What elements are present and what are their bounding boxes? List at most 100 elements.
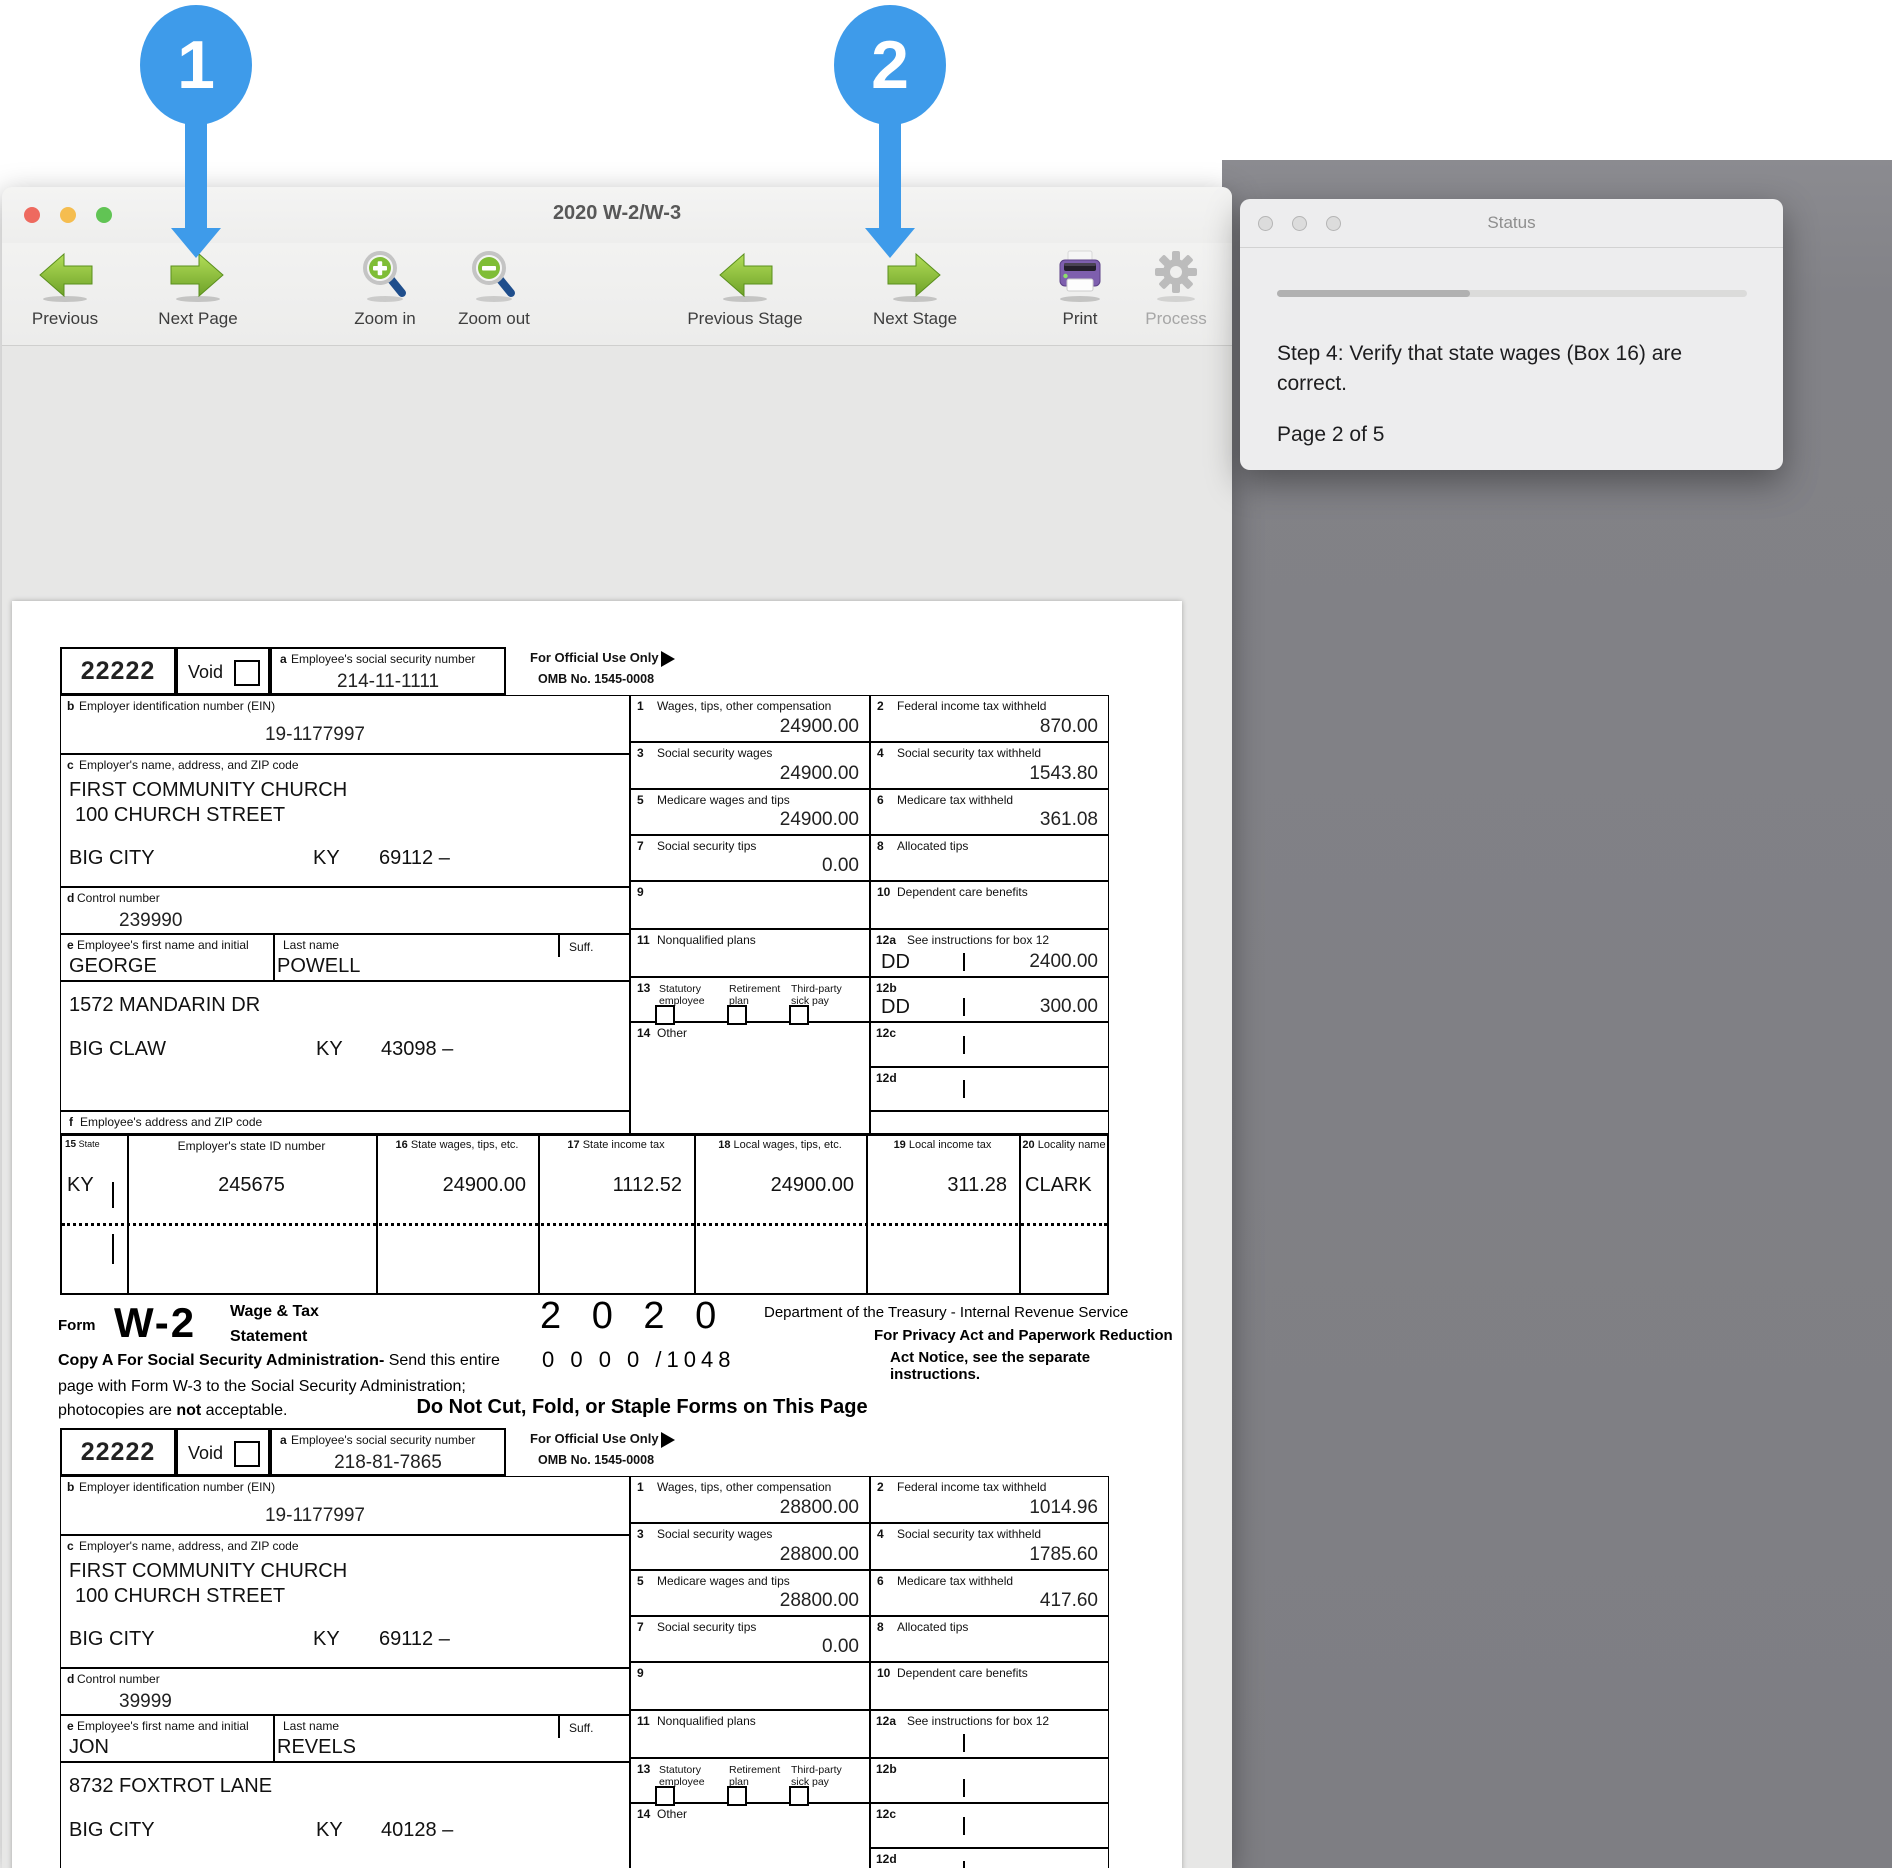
box3-ss-wages: 3 Social security wages 24900.00: [630, 742, 870, 789]
state-id-label: Employer's state ID number: [127, 1139, 376, 1153]
employee-address-box: 1572 MANDARIN DR BIG CLAW KY 43098 –: [60, 981, 630, 1111]
arrow-left-icon: [678, 247, 812, 303]
employer-label: Employer's name, address, and ZIP code: [79, 758, 299, 772]
address-zip: 43098 –: [381, 1038, 453, 1061]
ein-box: b Employer identification number (EIN) 1…: [60, 695, 630, 754]
zoom-in-button[interactable]: Zoom in: [330, 247, 440, 343]
box11-nonqualified: 11 Nonqualified plans: [630, 1710, 870, 1758]
previous-button[interactable]: Previous: [10, 247, 120, 343]
progress-bar-fill: [1277, 290, 1470, 297]
local18-value: 24900.00: [694, 1174, 854, 1197]
ein-value: 19-1177997: [61, 1505, 569, 1527]
first-name-label: Employee's first name and initial: [77, 1719, 249, 1733]
void-box: Void: [176, 647, 270, 695]
callout-1-arrow-shaft: [185, 118, 207, 230]
official-use-block: For Official Use Only OMB No. 1545-0008: [530, 1431, 675, 1467]
status-titlebar[interactable]: Status: [1240, 199, 1783, 248]
employer-label: Employer's name, address, and ZIP code: [79, 1539, 299, 1553]
print-button[interactable]: Print: [1025, 247, 1135, 343]
box12a-code: DD: [881, 951, 910, 974]
last-name-label: Last name: [283, 938, 339, 952]
void-label: Void: [188, 1443, 223, 1464]
box5-medicare-wages: 5 Medicare wages and tips 24900.00: [630, 789, 870, 835]
w2-viewer-window: 2020 W-2/W-3 Previous Next Page Zoom in: [2, 187, 1232, 1868]
control-label: Control number: [77, 891, 160, 905]
box5-value: 28800.00: [780, 1590, 859, 1612]
void-checkbox: [234, 660, 260, 686]
progress-bar: [1277, 290, 1747, 297]
copy-a-line2: page with Form W-3 to the Social Securit…: [58, 1378, 466, 1396]
ein-label: Employer identification number (EIN): [79, 699, 275, 713]
zoom-out-button[interactable]: Zoom out: [439, 247, 549, 343]
previous-stage-button[interactable]: Previous Stage: [678, 247, 812, 343]
local19-value: 311.28: [866, 1174, 1007, 1197]
form-year: 2 0 2 0: [540, 1295, 726, 1338]
process-button[interactable]: Process: [1121, 247, 1231, 343]
third-party-sick-pay-checkbox: [789, 1005, 809, 1025]
control-value: 239990: [119, 910, 182, 932]
control-number-box: d Control number 39999: [60, 1668, 630, 1715]
callout-1-arrow-icon: [171, 228, 221, 258]
first-name-value: JON: [69, 1736, 109, 1759]
employer-street: 100 CHURCH STREET: [75, 804, 285, 827]
ssn-label: Employee's social security number: [291, 652, 475, 666]
callout-1-badge: 1: [140, 5, 252, 125]
zoom-in-icon: [330, 247, 440, 303]
box7-ss-tips: 7 Social security tips 0.00: [630, 1616, 870, 1662]
ssn-box: a Employee's social security number 214-…: [270, 647, 506, 695]
box4-ss-tax: 4 Social security tax withheld 1785.60: [870, 1523, 1109, 1570]
box12-stub: [870, 1111, 1109, 1134]
official-use-block: For Official Use Only OMB No. 1545-0008: [530, 650, 675, 686]
address-zip-label-box: f Employee's address and ZIP code: [60, 1111, 630, 1134]
employer-name: FIRST COMMUNITY CHURCH: [69, 1560, 347, 1583]
box12a-value: 2400.00: [1029, 951, 1098, 973]
privacy-line2: Act Notice, see the separate instruction…: [890, 1349, 1182, 1383]
box5-value: 24900.00: [780, 809, 859, 831]
w2-form-1: 22222 Void a Employee's social security …: [60, 647, 1109, 1295]
form-code: 22222: [62, 1438, 174, 1467]
box2-federal-tax: 2 Federal income tax withheld 1014.96: [870, 1476, 1109, 1523]
suffix-label: Suff.: [569, 1721, 593, 1735]
box6-medicare-tax: 6 Medicare tax withheld 361.08: [870, 789, 1109, 835]
box12a: 12a See instructions for box 12: [870, 1710, 1109, 1758]
ein-box: b Employer identification number (EIN) 1…: [60, 1476, 630, 1535]
box8-allocated-tips: 8 Allocated tips: [870, 835, 1109, 881]
state15-value: KY: [67, 1174, 94, 1197]
last-name-label: Last name: [283, 1719, 339, 1733]
status-window: Status Step 4: Verify that state wages (…: [1240, 199, 1783, 470]
state17-value: 1112.52: [538, 1174, 682, 1197]
callout-2-badge: 2: [834, 5, 946, 125]
box9: 9: [630, 1662, 870, 1710]
employer-name: FIRST COMMUNITY CHURCH: [69, 779, 347, 802]
zoom-out-icon: [439, 247, 549, 303]
omb-label: OMB No. 1545-0008: [538, 672, 675, 686]
address-state: KY: [316, 1819, 343, 1842]
control-number-box: d Control number 239990: [60, 887, 630, 934]
box12c: 12c: [870, 1022, 1109, 1067]
form-code-box: 22222: [60, 647, 176, 695]
box1-wages: 1 Wages, tips, other compensation 28800.…: [630, 1476, 870, 1523]
status-page-indicator: Page 2 of 5: [1277, 423, 1384, 447]
official-use-label: For Official Use Only: [530, 1431, 659, 1446]
privacy-line1: For Privacy Act and Paperwork Reduction: [874, 1327, 1173, 1344]
ssn-value: 218-81-7865: [272, 1452, 504, 1474]
next-stage-button[interactable]: Next Stage: [848, 247, 982, 343]
box1-value: 28800.00: [780, 1497, 859, 1519]
box12b-code: DD: [881, 996, 910, 1019]
void-checkbox: [234, 1441, 260, 1467]
callout-1-number: 1: [177, 31, 215, 99]
address-street: 8732 FOXTROT LANE: [69, 1775, 272, 1798]
next-page-button[interactable]: Next Page: [143, 247, 253, 343]
statutory-employee-checkbox: [655, 1786, 675, 1806]
form-code-box: 22222: [60, 1428, 176, 1476]
employer-state: KY: [313, 1628, 340, 1651]
box12d: 12d: [870, 1067, 1109, 1111]
copy-a-line1: Copy A For Social Security Administratio…: [58, 1352, 500, 1370]
box12a: 12a See instructions for box 12 DD 2400.…: [870, 929, 1109, 977]
document-area: 22222 Void a Employee's social security …: [2, 346, 1232, 1868]
employer-state: KY: [313, 847, 340, 870]
control-value: 39999: [119, 1691, 172, 1713]
form-w2-title: W-2: [114, 1299, 196, 1347]
ssn-label: Employee's social security number: [291, 1433, 475, 1447]
box12b: 12b DD 300.00: [870, 977, 1109, 1022]
